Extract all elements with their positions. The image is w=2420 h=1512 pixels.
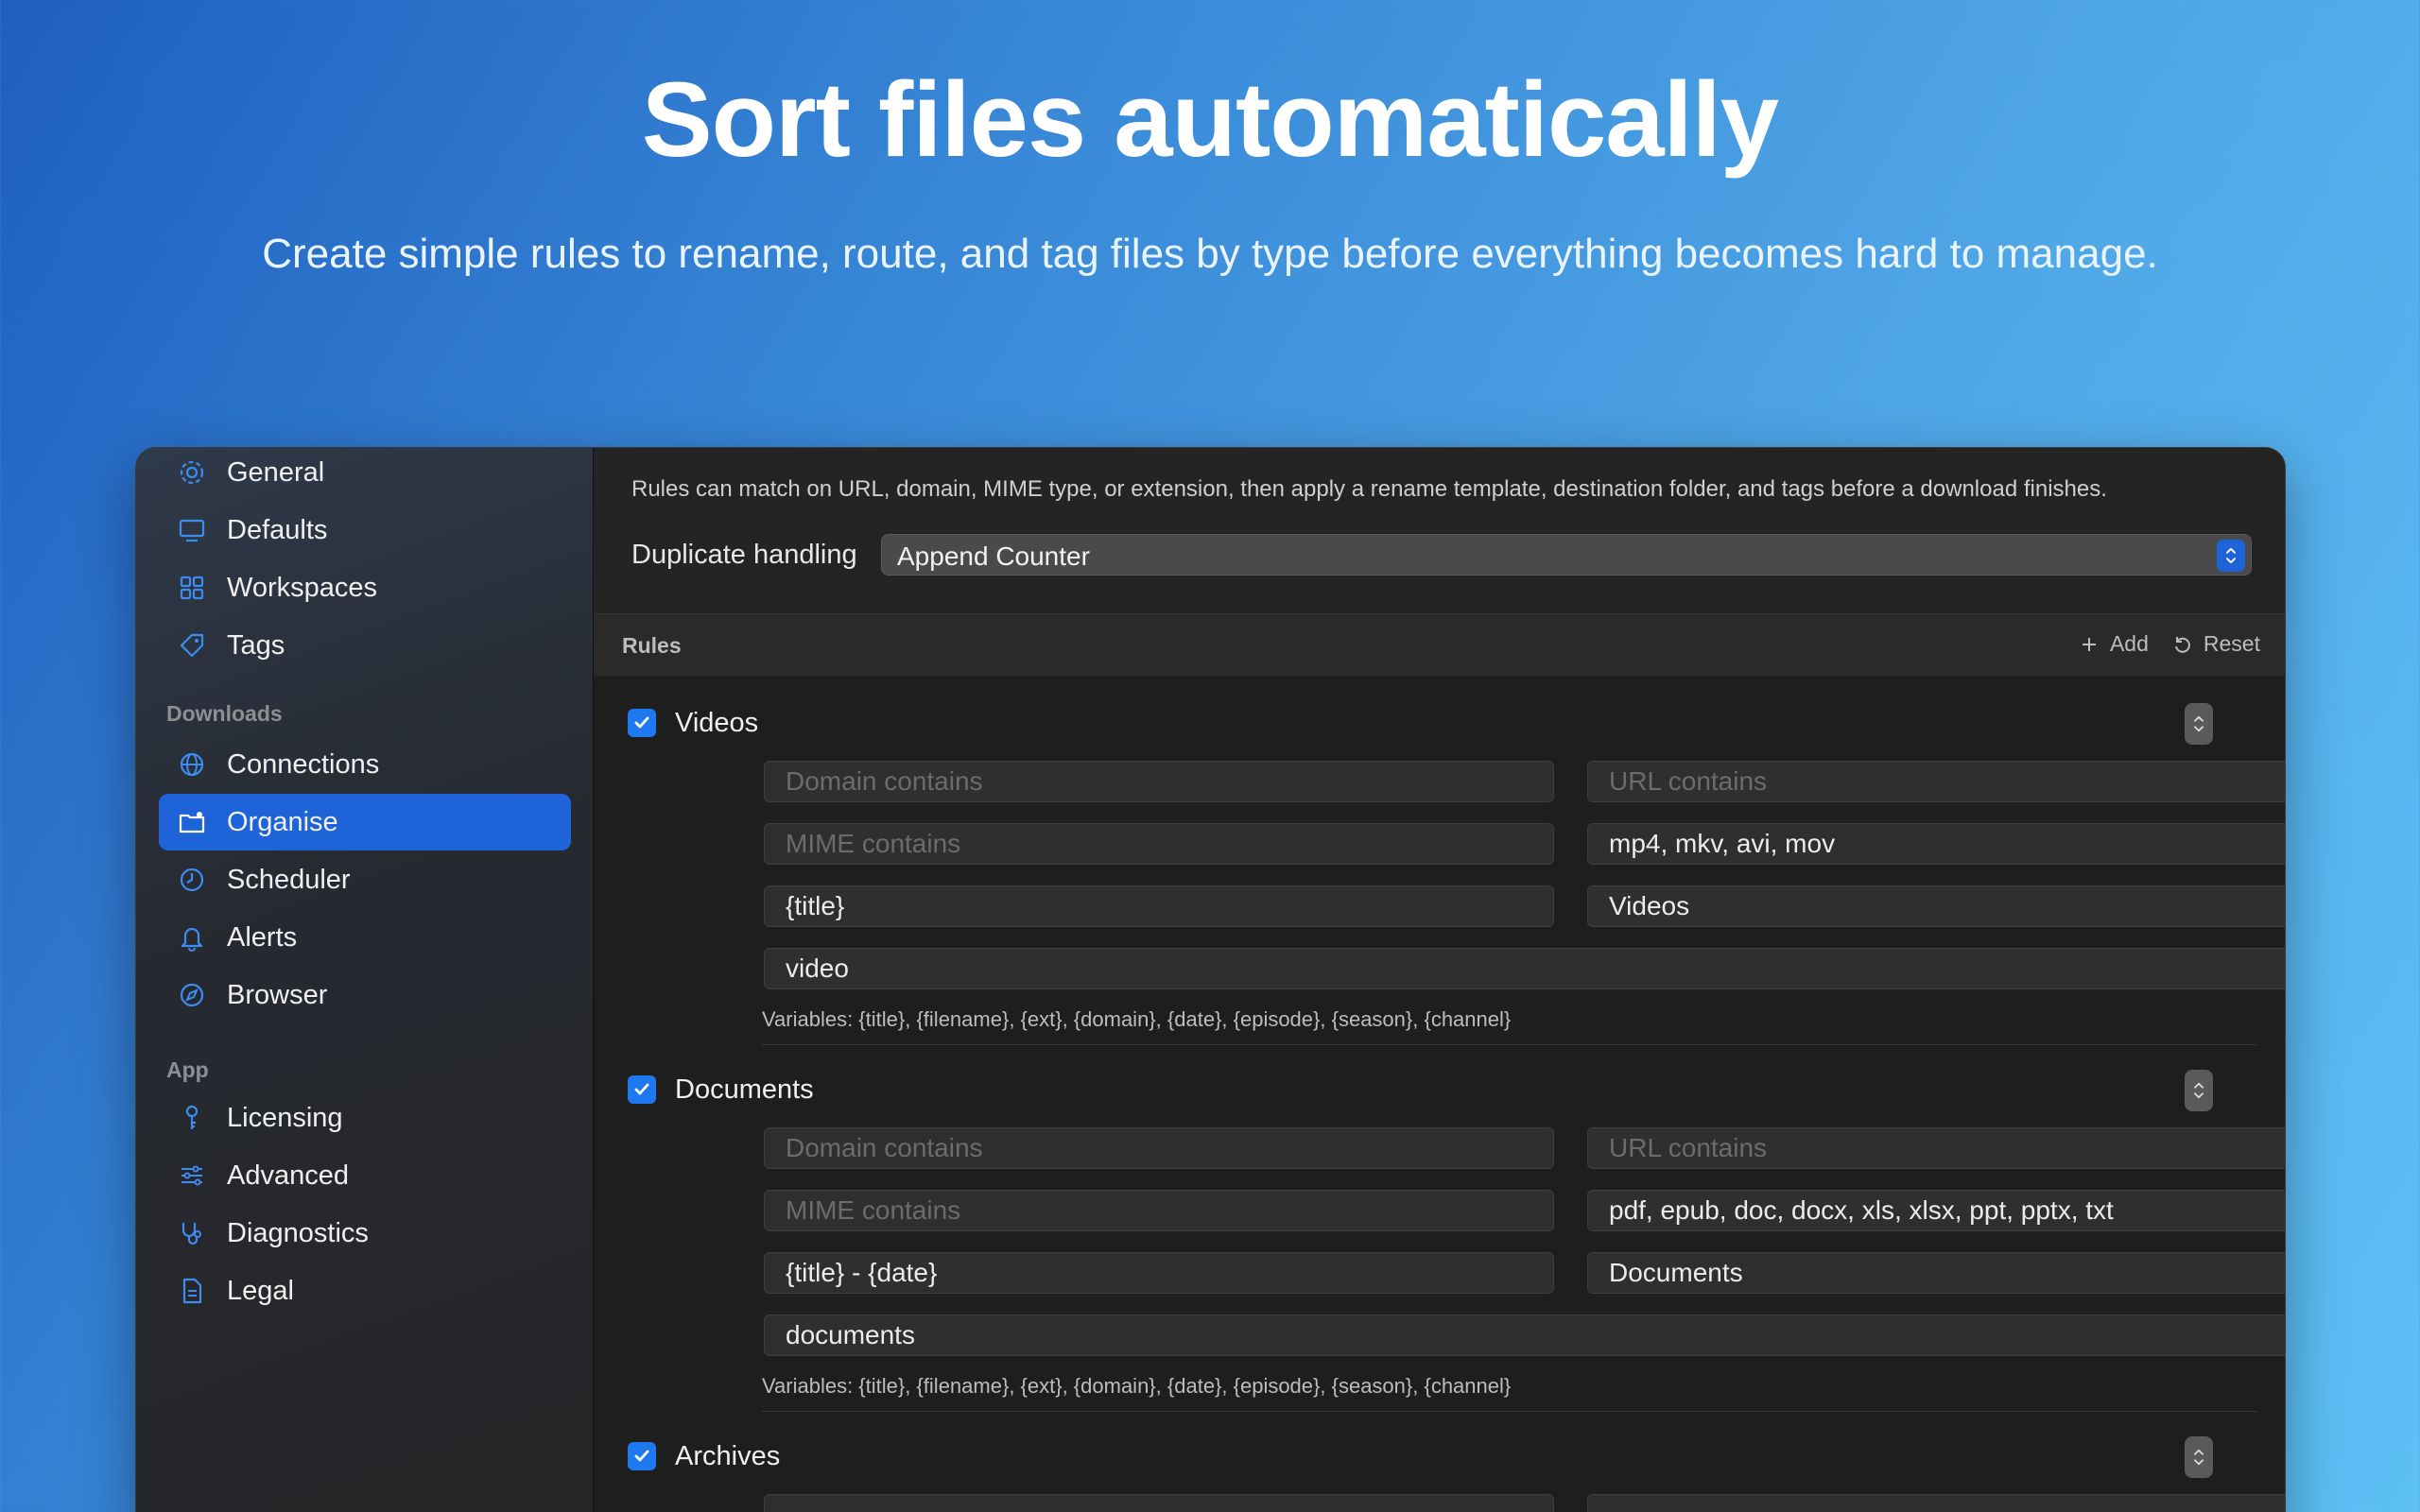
variables-hint: Variables: {title}, {filename}, {ext}, {… <box>762 1374 1512 1398</box>
plus-icon <box>2082 637 2096 651</box>
section-app: App <box>166 1057 209 1082</box>
sidebar-item-label: Connections <box>227 748 380 780</box>
rename-template-input[interactable]: {title} - {date} <box>764 1252 1554 1294</box>
chevron-up-down-icon <box>2194 715 2204 732</box>
url-contains-input[interactable]: URL contains <box>1587 761 2285 802</box>
rule-name: Documents <box>675 1074 814 1105</box>
chevron-up-down-icon <box>2194 1082 2204 1099</box>
reorder-stepper[interactable] <box>2185 1070 2213 1111</box>
sidebar-item-label: Advanced <box>227 1160 349 1191</box>
add-label: Add <box>2109 631 2149 656</box>
gear-icon <box>174 455 210 490</box>
tags-input[interactable]: video <box>764 948 2285 989</box>
chevron-up-down-icon <box>2194 1449 2204 1466</box>
sidebar-item-label: Tags <box>227 629 285 661</box>
extensions-input[interactable]: pdf, epub, doc, docx, xls, xlsx, ppt, pp… <box>1587 1190 2285 1231</box>
rules-description: Rules can match on URL, domain, MIME typ… <box>631 476 2107 502</box>
tags-input[interactable]: documents <box>764 1314 2285 1356</box>
sidebar-item-alerts[interactable]: Alerts <box>159 909 571 966</box>
clock-icon <box>174 862 210 898</box>
sidebar-item-label: Legal <box>227 1275 294 1306</box>
sidebar-item-tags[interactable]: Tags <box>159 617 571 674</box>
tag-icon <box>174 627 210 663</box>
sidebar-item-legal[interactable]: Legal <box>159 1263 571 1319</box>
sidebar-item-organise[interactable]: Organise <box>159 794 571 850</box>
sidebar-item-diagnostics[interactable]: Diagnostics <box>159 1205 571 1262</box>
mime-contains-input[interactable]: MIME contains <box>764 1190 1554 1231</box>
chevron-up-down-icon <box>2217 540 2245 572</box>
rules-actions: Add Reset <box>2065 631 2260 657</box>
variables-hint: Variables: {title}, {filename}, {ext}, {… <box>762 1007 1512 1031</box>
sidebar-item-label: Diagnostics <box>227 1217 369 1248</box>
grid-icon <box>174 570 210 606</box>
checkmark-icon <box>634 1450 649 1462</box>
reorder-stepper[interactable] <box>2185 703 2213 745</box>
sidebar-item-workspaces[interactable]: Workspaces <box>159 559 571 616</box>
rule-enabled-checkbox[interactable] <box>628 1075 656 1104</box>
main-panel: Rules can match on URL, domain, MIME typ… <box>594 448 2285 1512</box>
domain-contains-input[interactable]: Domain contains <box>764 761 1554 802</box>
url-contains-input[interactable]: URL contains <box>1587 1127 2285 1169</box>
rule-videos: Videos Domain contains URL contains MIME… <box>594 677 2285 1045</box>
monitor-icon <box>174 512 210 548</box>
stethoscope-icon <box>174 1215 210 1251</box>
duplicate-handling-value: Append Counter <box>897 541 1090 571</box>
sidebar-item-label: Licensing <box>227 1102 343 1133</box>
reorder-stepper[interactable] <box>2185 1436 2213 1478</box>
sidebar-item-scheduler[interactable]: Scheduler <box>159 851 571 908</box>
sidebar-item-label: Workspaces <box>227 572 378 603</box>
key-icon <box>174 1100 210 1136</box>
checkmark-icon <box>634 716 649 729</box>
extensions-input[interactable]: mp4, mkv, avi, mov <box>1587 823 2285 865</box>
rule-documents: Documents Domain contains URL contains M… <box>594 1043 2285 1412</box>
sidebar-item-licensing[interactable]: Licensing <box>159 1090 571 1146</box>
sidebar-item-label: Browser <box>227 979 328 1010</box>
hero-subtitle: Create simple rules to rename, route, an… <box>262 231 2158 277</box>
destination-folder-input[interactable]: Documents <box>1587 1252 2285 1294</box>
duplicate-handling-select[interactable]: Append Counter <box>881 534 2252 576</box>
destination-folder-input[interactable]: Videos <box>1587 885 2285 927</box>
sidebar-item-label: Scheduler <box>227 864 351 895</box>
duplicate-settings: Rules can match on URL, domain, MIME typ… <box>594 448 2285 614</box>
duplicate-handling-label: Duplicate handling <box>631 540 857 570</box>
domain-contains-input[interactable] <box>764 1494 1554 1512</box>
sidebar-item-connections[interactable]: Connections <box>159 736 571 793</box>
compass-icon <box>174 977 210 1013</box>
section-downloads: Downloads <box>166 701 283 726</box>
rule-archives: Archives <box>594 1410 2285 1512</box>
add-rule-button[interactable]: Add <box>2078 631 2149 657</box>
reset-icon <box>2174 636 2190 653</box>
sidebar-item-label: Organise <box>227 806 338 837</box>
rule-enabled-checkbox[interactable] <box>628 1442 656 1470</box>
checkmark-icon <box>634 1083 649 1095</box>
rules-title: Rules <box>622 633 682 658</box>
sidebar-item-browser[interactable]: Browser <box>159 967 571 1023</box>
url-contains-input[interactable] <box>1587 1494 2285 1512</box>
sidebar-item-label: Alerts <box>227 921 298 953</box>
rule-enabled-checkbox[interactable] <box>628 709 656 737</box>
document-icon <box>174 1273 210 1309</box>
settings-window: General Defaults Workspaces Tags Downloa… <box>135 447 2286 1512</box>
mime-contains-input[interactable]: MIME contains <box>764 823 1554 865</box>
globe-icon <box>174 747 210 782</box>
rule-name: Archives <box>675 1441 781 1471</box>
domain-contains-input[interactable]: Domain contains <box>764 1127 1554 1169</box>
rules-header: Rules Add Reset <box>594 614 2285 677</box>
bell-icon <box>174 919 210 955</box>
rename-template-input[interactable]: {title} <box>764 885 1554 927</box>
sidebar-item-general[interactable]: General <box>159 448 571 501</box>
reset-label: Reset <box>2203 631 2260 656</box>
rule-name: Videos <box>675 708 759 738</box>
sidebar-item-defaults[interactable]: Defaults <box>159 502 571 558</box>
sidebar: General Defaults Workspaces Tags Downloa… <box>136 448 594 1512</box>
folder-gear-icon <box>174 804 210 840</box>
sidebar-item-label: Defaults <box>227 514 328 545</box>
sidebar-item-label: General <box>227 456 325 488</box>
hero-title: Sort files automatically <box>641 60 1779 179</box>
reset-rules-button[interactable]: Reset <box>2171 631 2260 657</box>
sidebar-item-advanced[interactable]: Advanced <box>159 1147 571 1204</box>
sliders-icon <box>174 1158 210 1194</box>
